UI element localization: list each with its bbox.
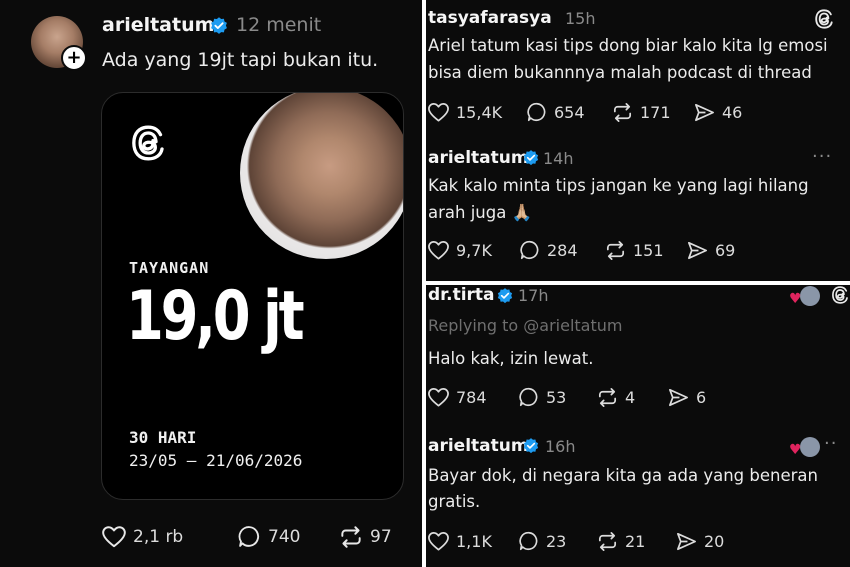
like-button[interactable]: 15,4K (427, 101, 502, 124)
post-time: 15h (565, 9, 596, 28)
share-count: 6 (696, 388, 707, 407)
insights-card[interactable]: TAYANGAN 19,0 jt 30 HARI 23/05 — 21/06/2… (101, 92, 404, 500)
share-button[interactable]: 69 (686, 239, 735, 262)
post-username[interactable]: arieltatum (102, 14, 214, 36)
like-count: 2,1 rb (133, 527, 184, 547)
reply-icon (519, 239, 541, 261)
views-label: TAYANGAN (129, 259, 210, 277)
post-text: Halo kak, izin lewat. (428, 349, 594, 368)
post-text-line: Kak kalo minta tips jangan ke yang lagi … (428, 176, 809, 195)
reply-icon (518, 386, 540, 408)
reply-count: 23 (546, 531, 567, 551)
main-post-panel: + arieltatum 12 menit Ada yang 19jt tapi… (0, 0, 422, 567)
repost-count: 21 (625, 532, 646, 551)
reply-button[interactable]: 740 (237, 524, 300, 549)
repost-button[interactable]: 4 (596, 386, 635, 409)
reply-count: 654 (554, 102, 585, 122)
repost-button[interactable]: 171 (611, 101, 671, 124)
like-button[interactable]: 1,1K (427, 530, 492, 553)
reply-button[interactable]: 53 (518, 386, 566, 408)
repost-button[interactable]: 151 (604, 239, 664, 262)
repost-button[interactable]: 21 (596, 530, 645, 553)
share-count: 46 (722, 103, 743, 122)
profile-photo-circle (240, 93, 403, 259)
post-username[interactable]: arieltatum (428, 148, 529, 168)
share-count: 20 (704, 532, 725, 551)
post-text-line: Ariel tatum kasi tips dong biar kalo kit… (428, 36, 828, 55)
repost-icon (604, 239, 627, 262)
replying-to-label[interactable]: Replying to @arieltatum (428, 316, 622, 335)
share-icon (693, 101, 716, 124)
reply-button[interactable]: 284 (519, 239, 578, 261)
verified-badge-icon (522, 437, 540, 455)
repost-count: 171 (640, 103, 671, 122)
verified-badge-icon (496, 287, 514, 305)
reply-icon (237, 524, 262, 549)
threads-logo-icon[interactable] (813, 8, 835, 30)
follow-plus-icon[interactable]: + (61, 45, 87, 71)
reply-button[interactable]: 23 (518, 530, 566, 552)
more-options-icon[interactable]: ·· (824, 433, 837, 454)
date-range: 23/05 — 21/06/2026 (129, 451, 303, 470)
post-username[interactable]: tasyafarasya (428, 8, 552, 28)
post-text-line: gratis. (428, 492, 481, 511)
thread-panel-bottom: dr.tirta 17h ♥ Replying to @arieltatum H… (426, 285, 850, 567)
like-count: 9,7K (456, 241, 492, 260)
period-label: 30 HARI (129, 428, 197, 447)
post-time: 12 menit (236, 14, 322, 36)
threads-logo-icon[interactable] (830, 285, 850, 305)
heart-icon (427, 530, 450, 553)
repost-button[interactable]: 97 (338, 524, 392, 550)
share-icon (686, 239, 709, 262)
repost-icon (611, 101, 634, 124)
share-button[interactable]: 6 (667, 386, 706, 409)
post-username[interactable]: arieltatum (428, 436, 529, 456)
verified-badge-icon (209, 16, 229, 36)
like-count: 784 (456, 388, 487, 407)
verified-badge-icon (522, 149, 540, 167)
post-time: 17h (518, 286, 549, 305)
share-button[interactable]: 20 (675, 530, 724, 553)
reply-count: 740 (268, 526, 301, 547)
liked-by-avatar (800, 437, 820, 457)
threads-logo-icon (128, 123, 168, 163)
reply-count: 53 (546, 387, 567, 407)
share-icon (675, 530, 698, 553)
post-text: Ada yang 19jt tapi bukan itu. (102, 49, 379, 71)
heart-icon (427, 239, 450, 262)
share-icon (667, 386, 690, 409)
post-time: 16h (545, 437, 576, 456)
repost-icon (596, 386, 619, 409)
like-button[interactable]: 2,1 rb (101, 524, 183, 550)
repost-icon (338, 524, 364, 550)
repost-count: 151 (633, 241, 664, 260)
like-button[interactable]: 784 (427, 386, 487, 409)
like-count: 1,1K (456, 532, 492, 551)
share-button[interactable]: 46 (693, 101, 742, 124)
thread-panel-top: tasyafarasya 15h Ariel tatum kasi tips d… (426, 0, 850, 281)
post-username[interactable]: dr.tirta (428, 285, 495, 305)
like-count: 15,4K (456, 103, 503, 122)
reply-icon (518, 530, 540, 552)
post-text-line: bisa diem bukannnya malah podcast di thr… (428, 63, 812, 82)
post-text-line: arah juga 🙏🏼 (428, 203, 533, 222)
share-count: 69 (715, 241, 736, 260)
reply-count: 284 (547, 240, 578, 260)
post-time: 14h (543, 149, 574, 168)
more-options-icon[interactable]: ··· (812, 146, 832, 167)
heart-filled-icon: ♥ (789, 291, 802, 307)
heart-icon (427, 386, 450, 409)
repost-count: 4 (625, 388, 636, 407)
reply-icon (526, 101, 548, 123)
repost-count: 97 (370, 527, 392, 547)
like-button[interactable]: 9,7K (427, 239, 492, 262)
reply-button[interactable]: 654 (526, 101, 585, 123)
heart-filled-icon: ♥ (789, 442, 802, 458)
post-text-line: Bayar dok, di negara kita ga ada yang be… (428, 466, 818, 485)
views-value: 19,0 jt (126, 277, 305, 356)
liked-by-avatar (800, 286, 820, 306)
repost-icon (596, 530, 619, 553)
heart-icon (101, 524, 127, 550)
heart-icon (427, 101, 450, 124)
